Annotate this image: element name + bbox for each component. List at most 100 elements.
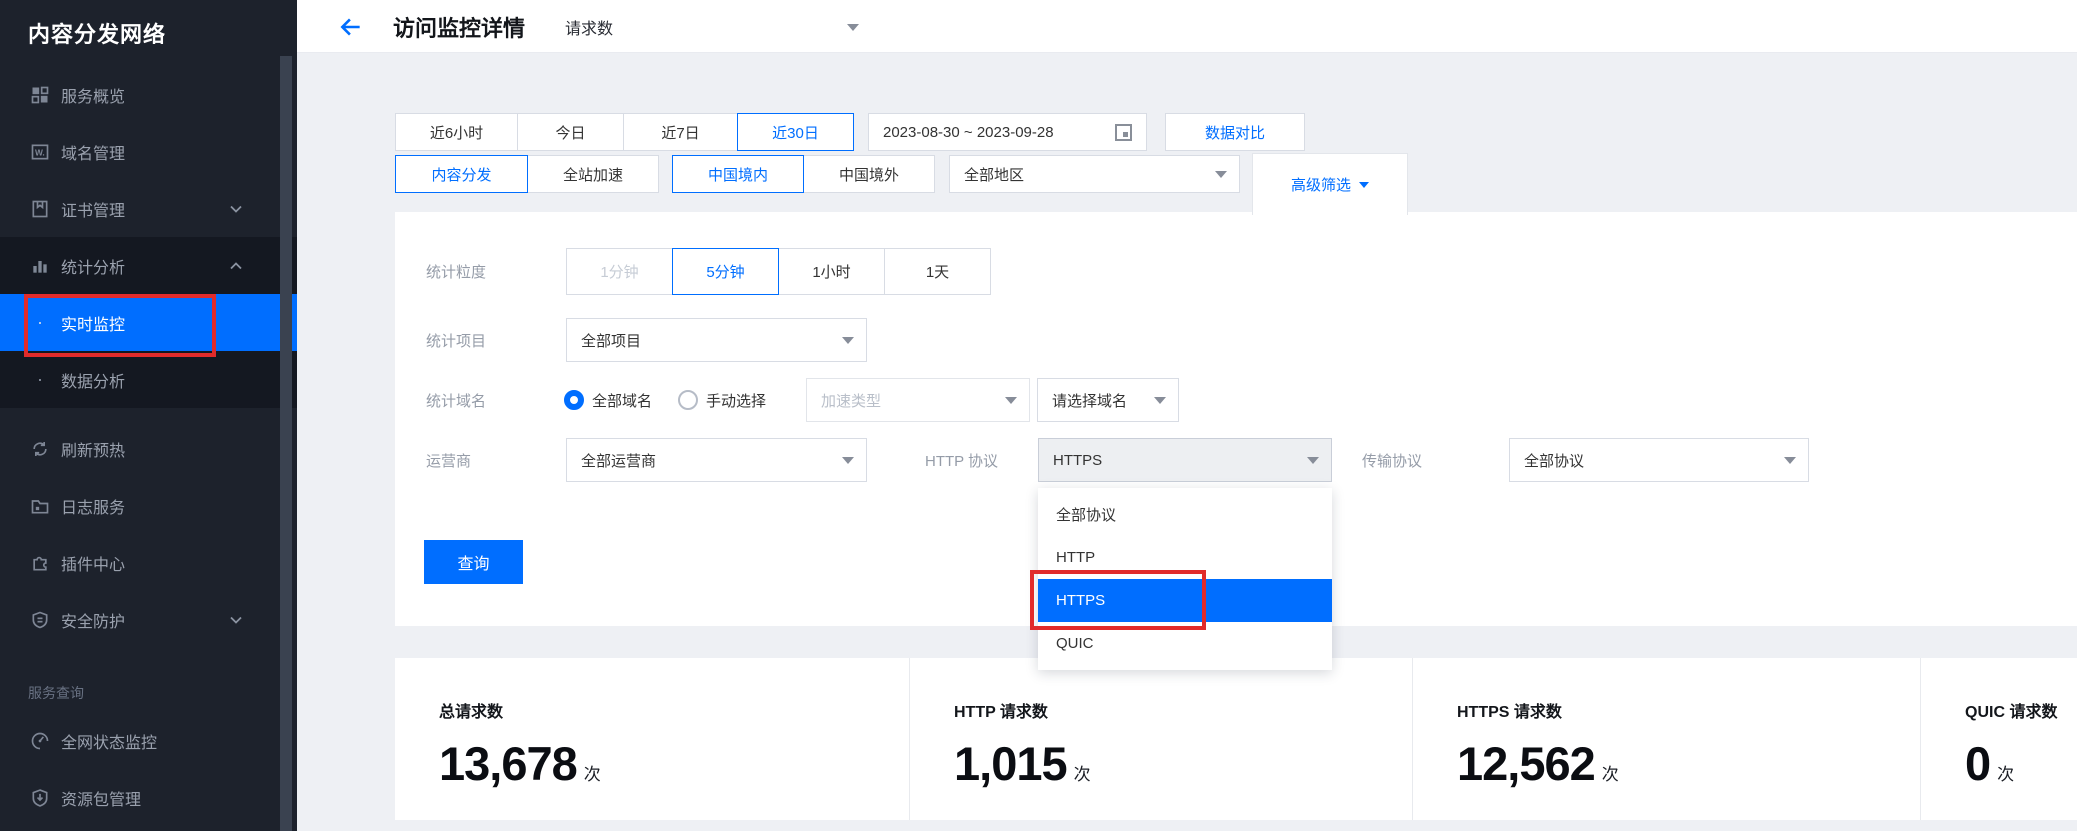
chevron-down-icon	[1307, 456, 1319, 464]
area-select-value: 全部地区	[964, 166, 1025, 184]
time-range-6h-button[interactable]: 近6小时	[395, 113, 518, 151]
time-range-7d-button[interactable]: 近7日	[623, 113, 738, 151]
stats-panel: 总请求数 13,678 次 HTTP 请求数 1,015 次 HTTPS 请求数…	[395, 658, 2077, 820]
shield-icon	[28, 608, 52, 632]
sidebar-item-label: 证书管理	[61, 202, 126, 220]
sidebar-item-plugin-center[interactable]: 插件中心	[0, 534, 297, 591]
folder-icon	[28, 494, 52, 518]
chevron-down-icon	[230, 611, 242, 629]
query-button[interactable]: 查询	[424, 540, 523, 584]
advanced-filter-toggle[interactable]: 高级筛选	[1252, 153, 1408, 215]
sidebar-item-log-service[interactable]: 日志服务	[0, 477, 297, 534]
accel-type-select[interactable]: 加速类型	[806, 378, 1030, 422]
chevron-down-icon	[842, 336, 854, 344]
granularity-1hour-button[interactable]: 1小时	[778, 248, 885, 295]
metric-select[interactable]: 请求数	[565, 0, 865, 53]
bar-chart-icon	[28, 254, 52, 278]
sidebar-item-network-status[interactable]: 全网状态监控	[0, 712, 297, 769]
chevron-down-icon	[230, 200, 242, 218]
area-select[interactable]: 全部地区	[949, 155, 1240, 193]
menu-option-all-protocols[interactable]: 全部协议	[1038, 493, 1332, 536]
menu-option-quic[interactable]: QUIC	[1038, 622, 1332, 665]
product-tab-ecdn[interactable]: 全站加速	[527, 155, 659, 193]
time-range-30d-button[interactable]: 近30日	[737, 113, 854, 151]
domain-picker-placeholder: 请选择域名	[1052, 392, 1128, 410]
granularity-label: 统计粒度	[426, 264, 487, 281]
sidebar-item-service-overview[interactable]: 服务概览	[0, 66, 297, 123]
granularity-5min-button[interactable]: 5分钟	[672, 248, 779, 295]
svg-text:W.: W.	[35, 147, 45, 157]
stat-unit: 次	[583, 765, 601, 784]
stat-label: HTTP 请求数	[954, 704, 1048, 721]
date-range-picker[interactable]: 2023-08-30 ~ 2023-09-28	[868, 113, 1147, 151]
stat-unit: 次	[1997, 765, 2015, 784]
sidebar-item-label: 资源包管理	[61, 791, 142, 809]
granularity-1day-button[interactable]: 1天	[884, 248, 991, 295]
stat-value: 12,562	[1457, 737, 1596, 790]
puzzle-icon	[28, 551, 52, 575]
sidebar-item-statistics[interactable]: 统计分析	[0, 237, 297, 294]
sidebar-item-domain-management[interactable]: W. 域名管理	[0, 123, 297, 180]
http-protocol-select[interactable]: HTTPS	[1038, 438, 1332, 482]
sidebar-item-label: 域名管理	[61, 145, 126, 163]
granularity-1min-button[interactable]: 1分钟	[566, 248, 673, 295]
chevron-down-icon	[1215, 170, 1227, 178]
chevron-down-icon	[1154, 396, 1166, 404]
all-domains-radio-label[interactable]: 全部域名	[592, 390, 652, 411]
bullet-icon: ·	[37, 312, 43, 332]
menu-option-http[interactable]: HTTP	[1038, 536, 1332, 579]
isp-select-value: 全部运营商	[581, 452, 657, 470]
region-tab-overseas[interactable]: 中国境外	[803, 155, 935, 193]
chevron-down-icon	[1005, 396, 1017, 404]
bullet-icon: ·	[37, 369, 43, 389]
chevron-down-icon	[842, 456, 854, 464]
sidebar-item-resource-package[interactable]: 资源包管理	[0, 769, 297, 826]
advanced-filter-label: 高级筛选	[1290, 177, 1351, 194]
manual-select-radio-label[interactable]: 手动选择	[706, 390, 766, 411]
granularity-segmented: 1分钟 5分钟 1小时 1天	[566, 248, 991, 295]
sidebar-item-label: 服务概览	[61, 88, 126, 106]
stat-value: 1,015	[954, 737, 1068, 790]
transport-select-value: 全部协议	[1524, 452, 1585, 470]
back-arrow-icon[interactable]	[338, 14, 364, 40]
transport-select[interactable]: 全部协议	[1509, 438, 1809, 482]
project-label: 统计项目	[426, 332, 487, 350]
all-domains-radio[interactable]	[564, 390, 584, 410]
http-protocol-label: HTTP 协议	[925, 452, 999, 470]
stat-total-requests: 总请求数 13,678 次	[395, 658, 909, 820]
region-tab-china[interactable]: 中国境内	[672, 155, 804, 193]
sidebar-item-realtime-monitor[interactable]: · 实时监控	[0, 294, 297, 351]
sidebar-group-statistics: 统计分析 · 实时监控 · 数据分析	[0, 237, 297, 408]
project-select-value: 全部项目	[581, 332, 642, 350]
sidebar-item-label: 插件中心	[61, 556, 126, 574]
sidebar-scrollbar[interactable]	[280, 56, 292, 831]
stat-http-requests: HTTP 请求数 1,015 次	[909, 658, 1412, 820]
menu-option-https[interactable]: HTTPS	[1038, 579, 1332, 622]
time-range-bar: 近6小时 今日 近7日 近30日 2023-08-30 ~ 2023-09-28…	[395, 113, 1305, 151]
project-select[interactable]: 全部项目	[566, 318, 867, 362]
data-compare-button[interactable]: 数据对比	[1165, 113, 1305, 151]
http-protocol-menu: 全部协议 HTTP HTTPS QUIC	[1038, 488, 1332, 670]
sidebar-item-data-analysis[interactable]: · 数据分析	[0, 351, 297, 408]
sidebar-section-label: 服务查询	[28, 685, 84, 701]
domain-picker-select[interactable]: 请选择域名	[1037, 378, 1179, 422]
isp-select[interactable]: 全部运营商	[566, 438, 867, 482]
grid-icon	[28, 83, 52, 107]
domain-icon: W.	[28, 140, 52, 164]
stat-label: QUIC 请求数	[1965, 704, 2058, 721]
stat-unit: 次	[1601, 765, 1619, 784]
http-protocol-select-value: HTTPS	[1053, 451, 1103, 469]
product-tab-cdn[interactable]: 内容分发	[395, 155, 528, 193]
sidebar-item-label: 数据分析	[61, 373, 126, 391]
time-range-today-button[interactable]: 今日	[517, 113, 624, 151]
manual-select-radio[interactable]	[678, 390, 699, 410]
sidebar-item-cert-management[interactable]: 证书管理	[0, 180, 297, 237]
sidebar-item-security[interactable]: 安全防护	[0, 591, 297, 648]
sidebar-item-refresh-prefetch[interactable]: 刷新预热	[0, 420, 297, 477]
metric-select-value: 请求数	[565, 20, 614, 38]
scope-filter-bar: 内容分发 全站加速 中国境内 中国境外 全部地区	[395, 155, 1240, 193]
sidebar-item-label: 日志服务	[61, 499, 126, 517]
sidebar: 内容分发网络 服务概览 W. 域名管理 证书管理 统计分析 · 实时监控 · 数…	[0, 0, 297, 831]
page-header: 访问监控详情 请求数	[297, 0, 2077, 53]
project-row: 统计项目 全部项目	[395, 318, 2077, 362]
